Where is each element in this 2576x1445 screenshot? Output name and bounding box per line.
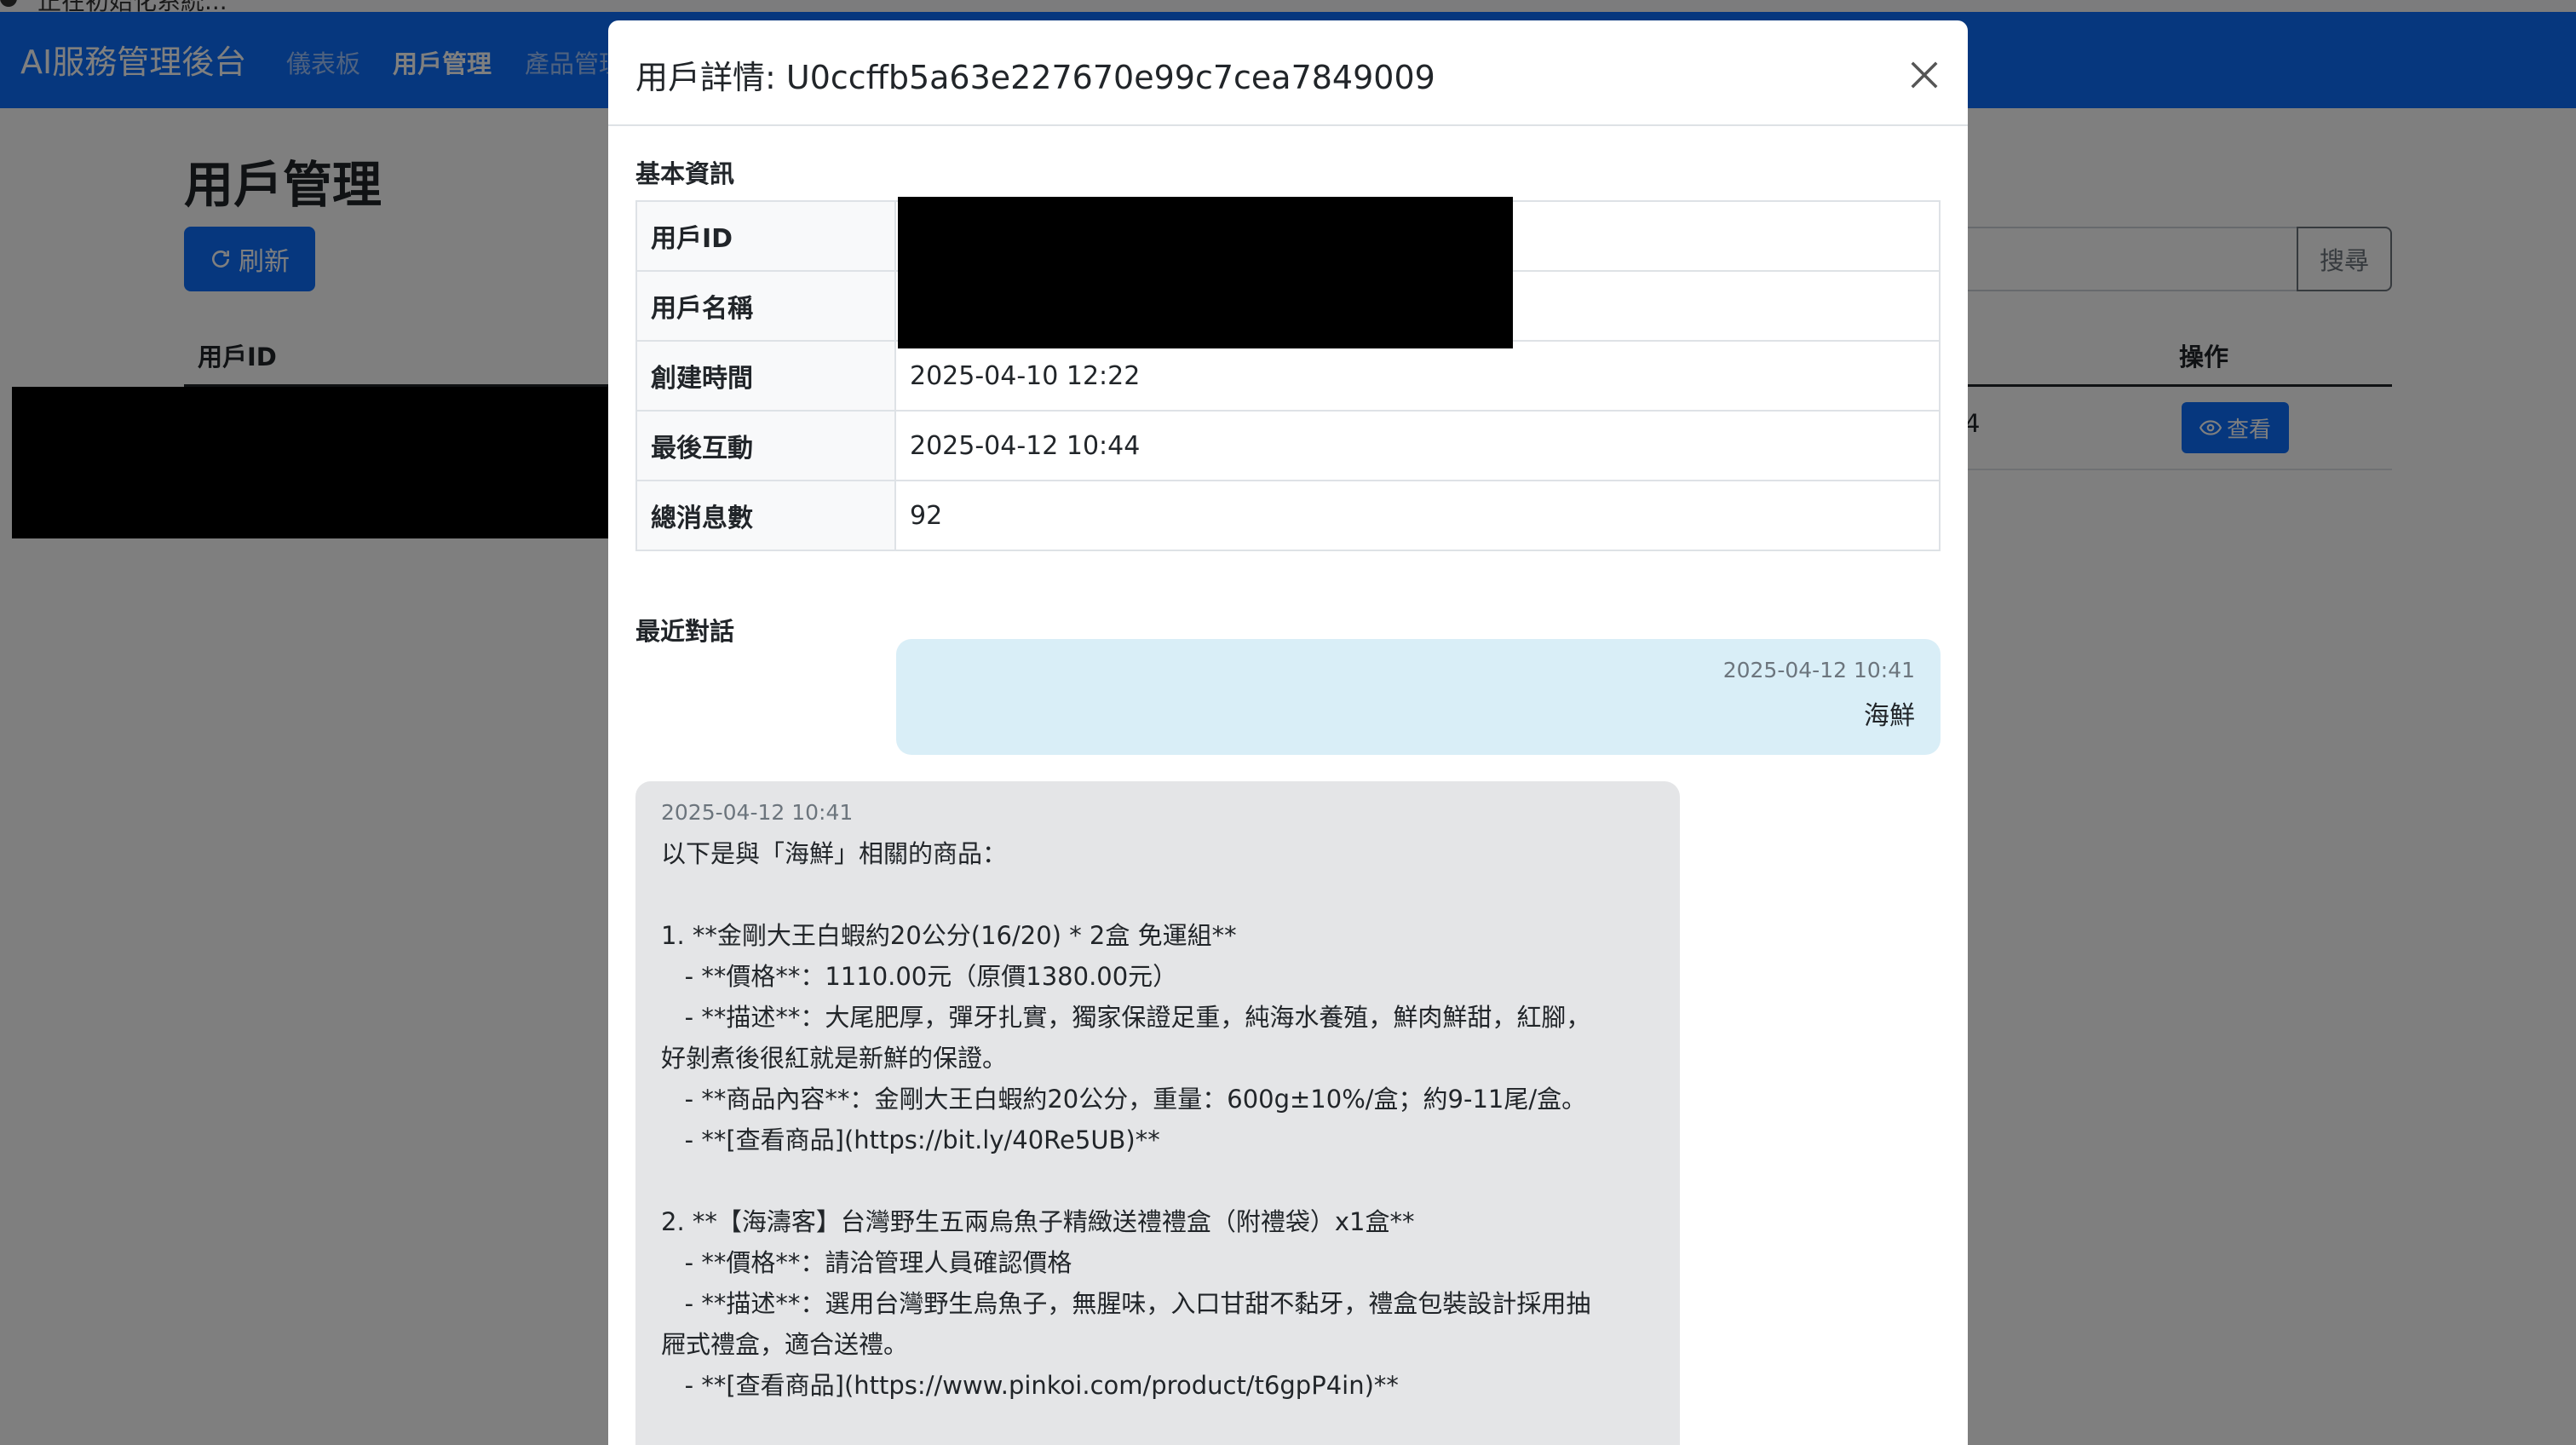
info-label: 用戶ID [635, 200, 896, 272]
info-label: 最後互動 [635, 410, 896, 481]
assistant-message-bubble: 2025-04-12 10:41 以下是與「海鮮」相關的商品： 1. **金剛大… [635, 781, 1680, 1445]
modal-title: 用戶詳情: U0ccffb5a63e227670e99c7cea7849009 [635, 59, 1435, 96]
assistant-message-text: 以下是與「海鮮」相關的商品： 1. **金剛大王白蝦約20公分(16/20) *… [661, 833, 1654, 1406]
message-timestamp: 2025-04-12 10:41 [661, 800, 854, 825]
info-label: 創建時間 [635, 340, 896, 412]
close-icon [1911, 61, 1938, 88]
info-value: 2025-04-12 10:44 [894, 410, 1941, 481]
message-line: 以下是與「海鮮」相關的商品： [661, 839, 1008, 868]
user-message-bubble: 2025-04-12 10:41 海鮮 [896, 639, 1941, 755]
message-line: - **[查看商品](https://bit.ly/40Re5UB)** [661, 1125, 1160, 1154]
basic-info-title: 基本資訊 [635, 159, 735, 188]
message-line: 2. **【海濤客】台灣野生五兩烏魚子精緻送禮禮盒（附禮袋）x1盒** [661, 1207, 1415, 1236]
app-root: 正在初始化系統... AI服務管理後台 儀表板 用戶管理 產品管理 用戶管理 刷… [0, 0, 2576, 1445]
message-line: 1. **金剛大王白蝦約20公分(16/20) * 2盒 免運組** [661, 921, 1237, 950]
info-row-created: 創建時間 2025-04-10 12:22 [635, 340, 1941, 412]
message-timestamp: 2025-04-12 10:41 [1722, 658, 1915, 682]
message-text: 海鮮 [1864, 701, 1915, 731]
message-line [661, 1160, 1654, 1201]
info-label: 用戶名稱 [635, 270, 896, 342]
info-label: 總消息數 [635, 480, 896, 551]
info-row-last-interaction: 最後互動 2025-04-12 10:44 [635, 410, 1941, 481]
message-line: - **價格**：請洽管理人員確認價格 [661, 1248, 1072, 1277]
message-line: - **價格**：1110.00元（原價1380.00元） [661, 962, 1178, 991]
message-line: - **描述**：選用台灣野生烏魚子，無腥味，入口甘甜不黏牙，禮盒包裝設計採用抽 [661, 1289, 1591, 1318]
message-line: 屜式禮盒，適合送禮。 [661, 1330, 909, 1359]
recent-conversation-title: 最近對話 [635, 617, 735, 646]
message-line: - **描述**：大尾肥厚，彈牙扎實，獨家保證足重，純海水養殖，鮮肉鮮甜，紅腳， [661, 1003, 1591, 1032]
info-value: 92 [894, 480, 1941, 551]
close-button[interactable] [1903, 55, 1946, 97]
message-line: - **[查看商品](https://www.pinkoi.com/produc… [661, 1371, 1399, 1400]
message-line [661, 874, 1654, 915]
message-line: 好剝煮後很紅就是新鮮的保證。 [661, 1044, 1008, 1073]
user-detail-modal: 用戶詳情: U0ccffb5a63e227670e99c7cea7849009 … [608, 20, 1968, 1445]
info-value: 2025-04-10 12:22 [894, 340, 1941, 412]
redacted-user-values [898, 197, 1513, 348]
info-row-message-count: 總消息數 92 [635, 480, 1941, 551]
modal-header: 用戶詳情: U0ccffb5a63e227670e99c7cea7849009 [608, 20, 1968, 126]
message-line: - **商品內容**：金剛大王白蝦約20公分，重量：600g±10%/盒；約9-… [661, 1085, 1587, 1114]
